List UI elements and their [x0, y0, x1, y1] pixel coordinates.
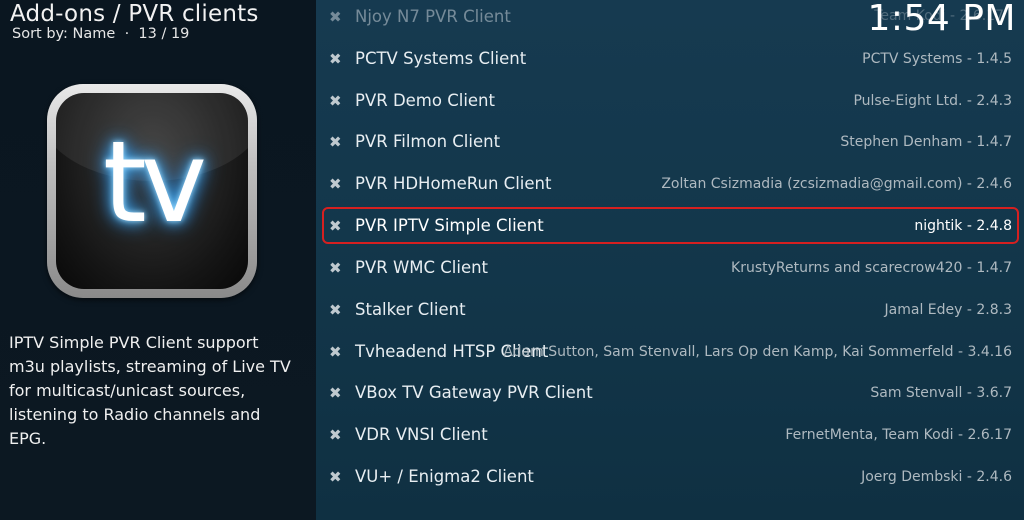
addon-name: VBox TV Gateway PVR Client [355, 383, 593, 402]
addon-author-version: Zoltan Csizmadia (zcsizmadia@gmail.com) … [661, 176, 1012, 192]
addon-name: PVR HDHomeRun Client [355, 174, 552, 193]
list-item[interactable]: ✖ Tvheadend HTSP Client Adam Sutton, Sam… [316, 331, 1024, 373]
close-icon: ✖ [329, 8, 342, 26]
close-icon: ✖ [329, 343, 342, 361]
addon-author-version: Pulse-Eight Ltd. - 2.4.3 [853, 93, 1012, 109]
close-icon: ✖ [329, 301, 342, 319]
close-icon: ✖ [329, 133, 342, 151]
close-icon: ✖ [329, 50, 342, 68]
addon-author-version: Adam Sutton, Sam Stenvall, Lars Op den K… [503, 344, 1012, 360]
list-item[interactable]: ✖ VDR VNSI Client FernetMenta, Team Kodi… [316, 414, 1024, 456]
addon-name: PVR Demo Client [355, 91, 495, 110]
separator-dot: · [124, 26, 130, 42]
addon-name: PVR Filmon Client [355, 132, 501, 151]
addon-name: PVR WMC Client [355, 258, 489, 277]
list-item-selected[interactable]: ✖ PVR IPTV Simple Client nightik - 2.4.8 [316, 205, 1024, 247]
sort-status: Sort by: Name · 13 / 19 [12, 26, 189, 42]
item-position: 13 / 19 [138, 26, 190, 42]
list-item[interactable]: ✖ PVR Filmon Client Stephen Denham - 1.4… [316, 121, 1024, 163]
list-item[interactable]: ✖ PVR WMC Client KrustyReturns and scare… [316, 247, 1024, 289]
addon-name: VDR VNSI Client [355, 425, 488, 444]
addon-author-version: Sam Stenvall - 3.6.7 [870, 385, 1012, 401]
sort-label[interactable]: Sort by: Name [12, 26, 115, 42]
close-icon: ✖ [329, 468, 342, 486]
addon-author-version: Joerg Dembski - 2.4.6 [861, 469, 1012, 485]
addon-author-version: PCTV Systems - 1.4.5 [862, 51, 1012, 67]
addon-author-version: Stephen Denham - 1.4.7 [840, 134, 1012, 150]
addon-name: VU+ / Enigma2 Client [355, 467, 534, 486]
addon-list-panel: Team Kodi - 2.6.17 1:54 PM ✖ Njoy N7 PVR… [316, 0, 1024, 520]
list-item[interactable]: ✖ PCTV Systems Client PCTV Systems - 1.4… [316, 38, 1024, 80]
addon-tv-icon: tv [47, 84, 257, 298]
addon-author-version: FernetMenta, Team Kodi - 2.6.17 [785, 427, 1012, 443]
close-icon: ✖ [329, 384, 342, 402]
addon-name: Stalker Client [355, 300, 466, 319]
close-icon: ✖ [329, 175, 342, 193]
addon-author-version: Jamal Edey - 2.8.3 [884, 302, 1012, 318]
addon-info-panel: Add-ons / PVR clients Sort by: Name · 13… [0, 0, 316, 520]
list-item[interactable]: ✖ PVR HDHomeRun Client Zoltan Csizmadia … [316, 163, 1024, 205]
addon-name: Njoy N7 PVR Client [355, 7, 511, 26]
list-item[interactable]: ✖ Stalker Client Jamal Edey - 2.8.3 [316, 289, 1024, 331]
addon-description: IPTV Simple PVR Client support m3u playl… [9, 333, 291, 448]
list-item[interactable]: ✖ PVR Demo Client Pulse-Eight Ltd. - 2.4… [316, 80, 1024, 122]
close-icon: ✖ [329, 426, 342, 444]
list-item[interactable]: ✖ Njoy N7 PVR Client [316, 0, 1024, 38]
tv-icon-screen: tv [56, 93, 248, 289]
close-icon: ✖ [329, 259, 342, 277]
addon-author-version: KrustyReturns and scarecrow420 - 1.4.7 [731, 260, 1012, 276]
page-title: Add-ons / PVR clients [10, 1, 259, 27]
close-icon: ✖ [329, 92, 342, 110]
addon-name: PVR IPTV Simple Client [355, 216, 544, 235]
addon-name: PCTV Systems Client [355, 49, 527, 68]
list-item[interactable]: ✖ VBox TV Gateway PVR Client Sam Stenval… [316, 372, 1024, 414]
close-icon: ✖ [329, 217, 342, 235]
list-item[interactable]: ✖ VU+ / Enigma2 Client Joerg Dembski - 2… [316, 456, 1024, 498]
tv-icon-text: tv [102, 118, 207, 248]
addon-author-version: nightik - 2.4.8 [914, 218, 1012, 234]
